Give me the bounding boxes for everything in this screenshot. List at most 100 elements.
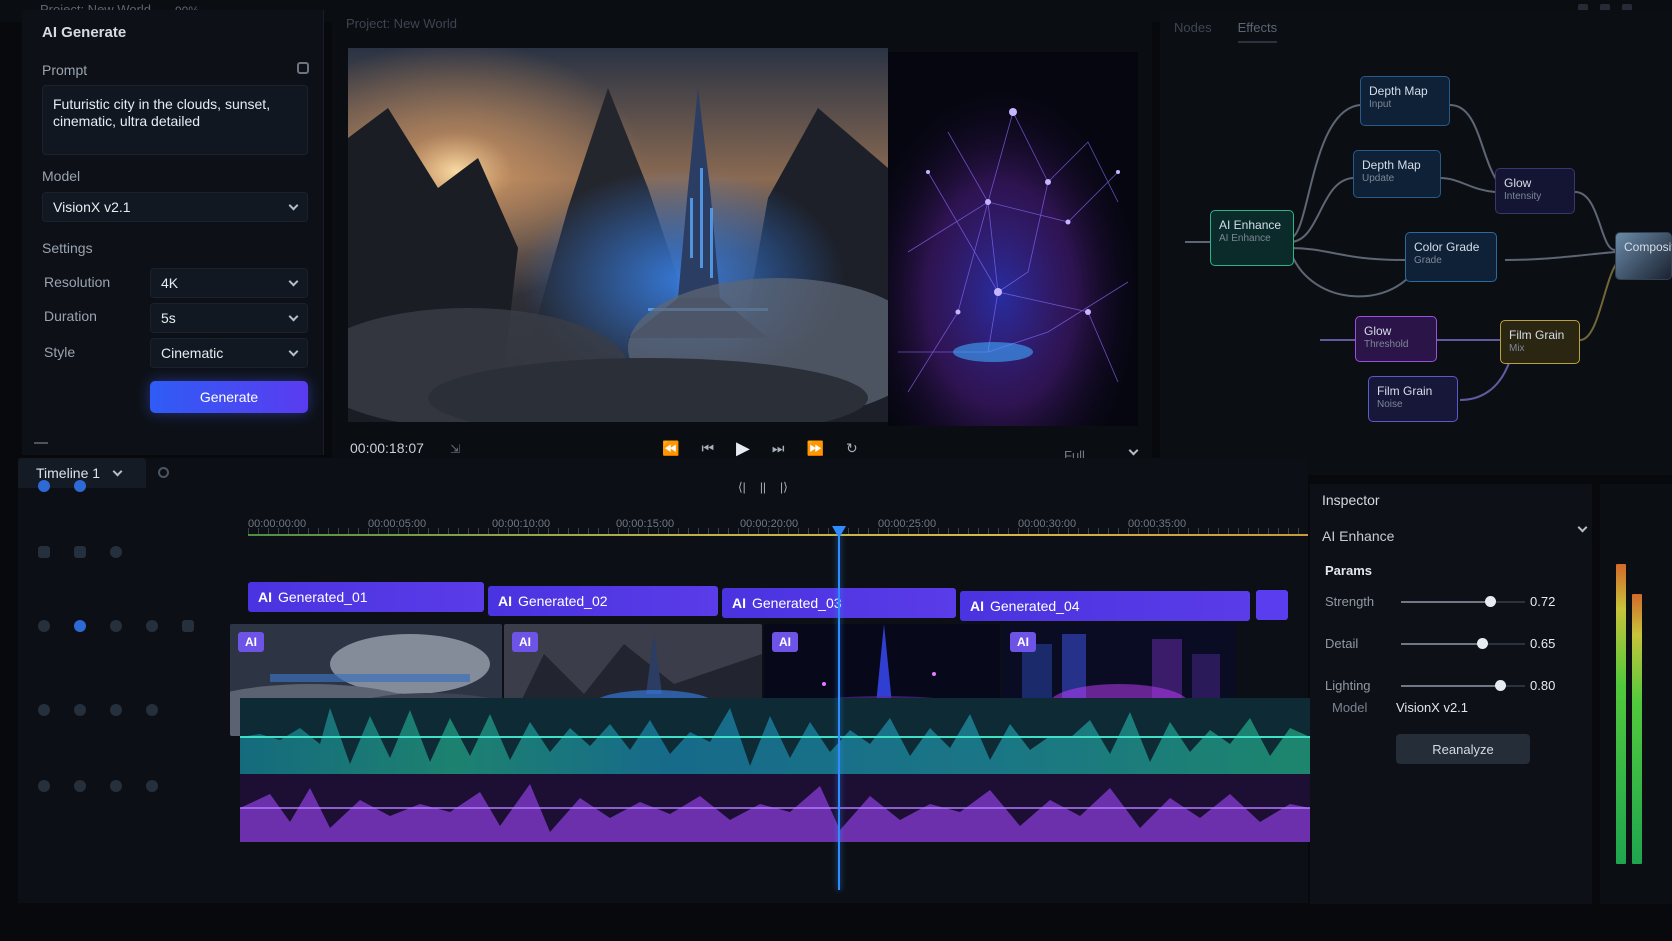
node-ai-enhance[interactable]: AI Enhance AI Enhance [1210, 210, 1294, 266]
track-header-video [18, 620, 238, 632]
clip-generated-04[interactable]: AI Generated_04 [960, 591, 1250, 621]
duration-select[interactable]: 5s [150, 303, 308, 333]
step-forward-icon[interactable]: ⏭ [772, 440, 785, 457]
style-select[interactable]: Cinematic [150, 338, 308, 368]
clip-ai-badge: AI [970, 598, 984, 614]
slider-track[interactable] [1401, 638, 1525, 649]
slider-lighting[interactable]: Lighting 0.80 [1325, 676, 1587, 696]
slider-label: Strength [1325, 594, 1375, 609]
slider-knob[interactable] [1485, 596, 1497, 607]
audio-waveform-2[interactable] [240, 774, 1310, 842]
solo-icon[interactable] [110, 704, 122, 716]
slider-value[interactable]: 0.80 [1530, 678, 1572, 693]
inspector-model-select[interactable]: VisionX v2.1 [1396, 700, 1468, 715]
node-graph-panel: Nodes Effects Depth Map Input Depth Map [1160, 10, 1672, 475]
timeline-panel: Timeline 1 ⟨| || |⟩ 00:00:00:00 00:00:05… [18, 458, 1310, 903]
settings-icon[interactable] [297, 62, 309, 74]
selection-tool-icon[interactable] [38, 480, 50, 492]
sync-icon[interactable] [74, 546, 86, 558]
rewind-icon[interactable]: ⏪ [662, 440, 679, 457]
snap-icon[interactable]: |⟩ [780, 480, 788, 494]
clip-name: Generated_02 [518, 593, 608, 609]
node-color-grade[interactable]: Color Grade Grade [1405, 232, 1497, 282]
mute-icon[interactable] [110, 620, 122, 632]
search-icon[interactable] [158, 467, 169, 478]
node-sublabel: AI Enhance [1219, 233, 1271, 244]
resolution-select[interactable]: 4K [150, 268, 308, 298]
chevron-down-icon [288, 311, 299, 321]
clip-generated-02[interactable]: AI Generated_02 [488, 586, 718, 616]
video-track-icon[interactable] [38, 620, 50, 632]
slider-track[interactable] [1401, 680, 1525, 691]
panel-menu-icon[interactable] [34, 434, 48, 444]
slider-knob[interactable] [1495, 680, 1507, 691]
playhead[interactable] [838, 530, 840, 890]
eye-icon[interactable] [146, 620, 158, 632]
network-scene-image [888, 52, 1138, 426]
inspector-title: Inspector [1322, 492, 1380, 508]
ai-badge: AI [238, 632, 264, 652]
loop-icon[interactable]: ↻ [846, 440, 858, 457]
record-icon[interactable] [74, 780, 86, 792]
razor-icon[interactable]: ⟨| [738, 480, 746, 494]
node-sublabel: Noise [1377, 399, 1403, 410]
clip-ai-badge: AI [258, 589, 272, 605]
chevron-down-icon[interactable] [1128, 445, 1139, 456]
clip-generated-01[interactable]: AI Generated_01 [248, 582, 484, 612]
track-header-audio-2 [18, 780, 238, 792]
slider-knob[interactable] [1476, 638, 1488, 649]
lock-icon[interactable] [38, 546, 50, 558]
clip-name: Generated_01 [278, 589, 368, 605]
timeline-tab-label: Timeline 1 [36, 465, 101, 481]
clip-end-handle[interactable] [1256, 590, 1288, 620]
node-glow-top[interactable]: Glow Intensity [1495, 168, 1575, 214]
node-label: Glow [1364, 324, 1392, 338]
step-back-icon[interactable]: ⏮ [701, 440, 714, 457]
resolution-value: 4K [161, 275, 179, 291]
model-select[interactable]: VisionX v2.1 [42, 192, 308, 222]
slider-value[interactable]: 0.65 [1530, 636, 1572, 651]
inspector-section-header[interactable]: AI Enhance [1322, 522, 1588, 544]
timecode-options-icon[interactable]: ⇲ [450, 442, 460, 456]
preview-viewer: Project: New World 00:00:18:07 ⇲ ⏪ ⏮ ▶ ⏭… [332, 10, 1152, 465]
fx-icon[interactable] [74, 620, 86, 632]
node-label: Film Grain [1377, 384, 1433, 398]
record-icon[interactable] [74, 704, 86, 716]
node-film-grain-mix[interactable]: Film Grain Mix [1500, 320, 1580, 364]
node-composite-output[interactable]: Composite [1615, 232, 1672, 280]
audio-meter-right [1632, 594, 1642, 864]
duration-label: Duration [44, 308, 97, 324]
resolution-label: Resolution [44, 274, 111, 290]
camera-icon[interactable] [182, 620, 194, 632]
node-sublabel: Threshold [1364, 339, 1409, 350]
solo-icon[interactable] [110, 780, 122, 792]
play-icon[interactable]: ▶ [736, 438, 750, 459]
split-icon[interactable]: || [760, 480, 766, 494]
preview-image-network [888, 52, 1138, 426]
inspector-model-label: Model [1332, 700, 1368, 715]
slider-detail[interactable]: Detail 0.65 [1325, 634, 1587, 654]
volume-icon[interactable] [146, 780, 158, 792]
waveform-purple [240, 774, 1310, 842]
node-depth-map-input[interactable]: Depth Map Input [1360, 76, 1450, 126]
slider-strength[interactable]: Strength 0.72 [1325, 592, 1587, 612]
ai-badge: AI [512, 632, 538, 652]
slider-track[interactable] [1401, 596, 1525, 607]
node-glow[interactable]: Glow Threshold [1355, 316, 1437, 362]
node-depth-map[interactable]: Depth Map Update [1353, 150, 1441, 198]
audio-waveform-1[interactable] [240, 698, 1310, 776]
speaker-icon[interactable] [38, 704, 50, 716]
track-header-audio-1 [18, 704, 238, 716]
slider-value[interactable]: 0.72 [1530, 594, 1572, 609]
node-label: AI Enhance [1219, 218, 1282, 232]
volume-icon[interactable] [146, 704, 158, 716]
link-tool-icon[interactable] [74, 480, 86, 492]
generate-button[interactable]: Generate [150, 381, 308, 413]
fast-forward-icon[interactable]: ⏩ [807, 440, 824, 457]
prompt-input[interactable]: Futuristic city in the clouds, sunset, c… [42, 85, 308, 155]
target-icon[interactable] [110, 546, 122, 558]
speaker-icon[interactable] [38, 780, 50, 792]
ai-badge: AI [1010, 632, 1036, 652]
node-film-grain[interactable]: Film Grain Noise [1368, 376, 1458, 422]
reanalyze-button[interactable]: Reanalyze [1396, 734, 1530, 764]
